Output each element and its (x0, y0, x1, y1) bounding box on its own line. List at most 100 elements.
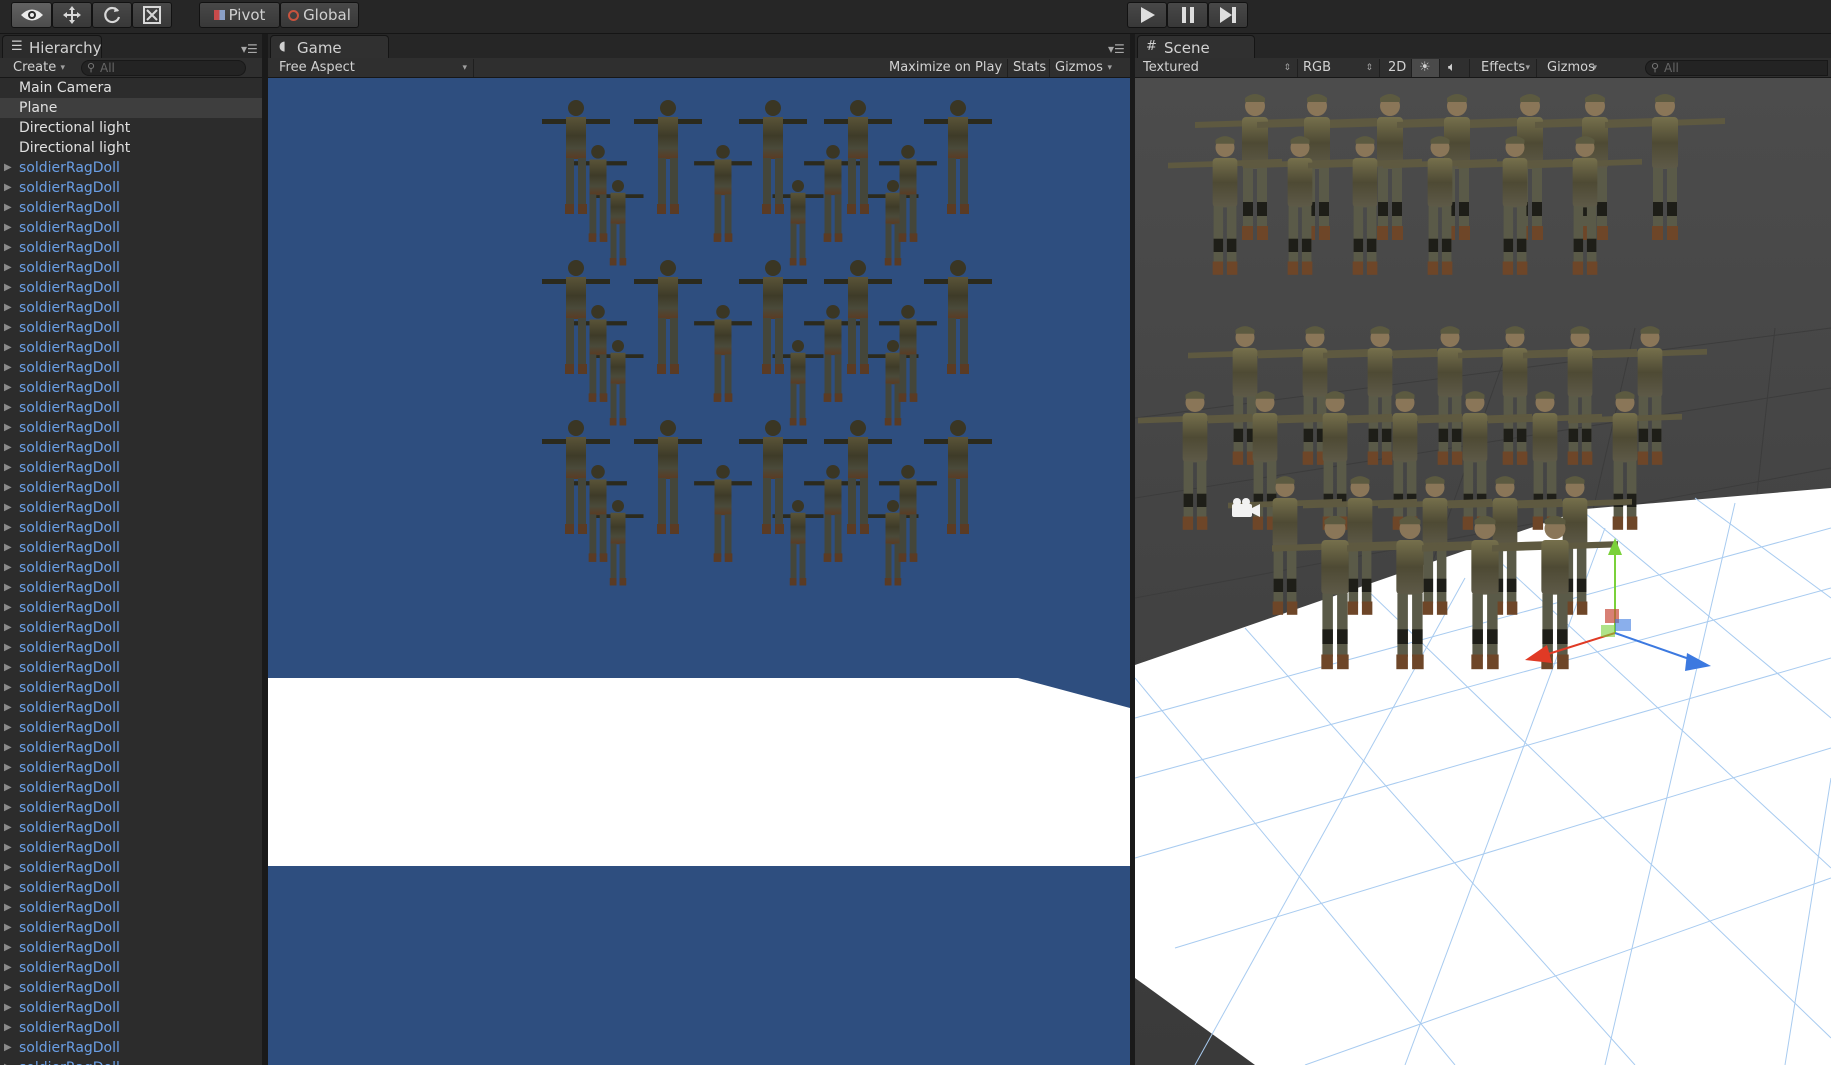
hierarchy-item[interactable]: ▶ soldierRagDoll (0, 378, 262, 398)
expand-arrow-icon[interactable]: ▶ (4, 338, 12, 358)
expand-arrow-icon[interactable]: ▶ (4, 818, 12, 838)
hierarchy-list[interactable]: Main Camera Plane Directional light Directi… (0, 78, 262, 1065)
expand-arrow-icon[interactable]: ▶ (4, 638, 12, 658)
hierarchy-item[interactable]: ▶ soldierRagDoll (0, 638, 262, 658)
hierarchy-item[interactable]: ▶ soldierRagDoll (0, 278, 262, 298)
create-dropdown[interactable]: Create ▾ (8, 59, 71, 77)
hierarchy-item[interactable]: ▶ soldierRagDoll (0, 938, 262, 958)
hierarchy-item[interactable]: Main Camera (0, 78, 262, 98)
pivot-toggle-button[interactable]: Pivot (199, 2, 280, 28)
hierarchy-item[interactable]: ▶ soldierRagDoll (0, 538, 262, 558)
scene-search-input[interactable]: ⚲ All (1645, 60, 1828, 76)
hierarchy-item[interactable]: ▶ soldierRagDoll (0, 338, 262, 358)
expand-arrow-icon[interactable]: ▶ (4, 1018, 12, 1038)
step-button[interactable] (1208, 2, 1248, 28)
hierarchy-item[interactable]: ▶ soldierRagDoll (0, 218, 262, 238)
hierarchy-item[interactable]: ▶ soldierRagDoll (0, 178, 262, 198)
hierarchy-panel-menu-icon[interactable]: ▾☰ (241, 42, 258, 56)
expand-arrow-icon[interactable]: ▶ (4, 958, 12, 978)
hierarchy-item[interactable]: ▶ soldierRagDoll (0, 158, 262, 178)
hierarchy-item[interactable]: ▶ soldierRagDoll (0, 798, 262, 818)
effects-dropdown[interactable]: Effects ▾ (1470, 59, 1537, 77)
hierarchy-item[interactable]: ▶ soldierRagDoll (0, 258, 262, 278)
hierarchy-item[interactable]: ▶ soldierRagDoll (0, 998, 262, 1018)
expand-arrow-icon[interactable]: ▶ (4, 1038, 12, 1058)
expand-arrow-icon[interactable]: ▶ (4, 158, 12, 178)
hierarchy-item[interactable]: ▶ soldierRagDoll (0, 1018, 262, 1038)
expand-arrow-icon[interactable]: ▶ (4, 438, 12, 458)
scene-gizmos-dropdown[interactable]: Gizmos ▾ (1537, 59, 1603, 77)
expand-arrow-icon[interactable]: ▶ (4, 318, 12, 338)
hierarchy-item[interactable]: ▶ soldierRagDoll (0, 758, 262, 778)
hierarchy-item[interactable]: Directional light (0, 118, 262, 138)
hierarchy-item[interactable]: ▶ soldierRagDoll (0, 458, 262, 478)
hierarchy-item[interactable]: ▶ soldierRagDoll (0, 1038, 262, 1058)
play-button[interactable] (1127, 2, 1167, 28)
render-mode-dropdown[interactable]: RGB ⇕ (1298, 59, 1380, 77)
expand-arrow-icon[interactable]: ▶ (4, 618, 12, 638)
expand-arrow-icon[interactable]: ▶ (4, 778, 12, 798)
stats-toggle[interactable]: Stats (1008, 59, 1050, 77)
expand-arrow-icon[interactable]: ▶ (4, 238, 12, 258)
hierarchy-item[interactable]: ▶ soldierRagDoll (0, 778, 262, 798)
expand-arrow-icon[interactable]: ▶ (4, 258, 12, 278)
expand-arrow-icon[interactable]: ▶ (4, 838, 12, 858)
hierarchy-item[interactable]: ▶ soldierRagDoll (0, 478, 262, 498)
lighting-toggle[interactable]: ☀ (1412, 59, 1440, 77)
hierarchy-item[interactable]: ▶ soldierRagDoll (0, 298, 262, 318)
audio-toggle[interactable]: 🔈︎ (1440, 59, 1470, 77)
hierarchy-item[interactable]: ▶ soldierRagDoll (0, 558, 262, 578)
expand-arrow-icon[interactable]: ▶ (4, 278, 12, 298)
2d-toggle[interactable]: 2D (1380, 59, 1412, 77)
hierarchy-item[interactable]: ▶ soldierRagDoll (0, 918, 262, 938)
pause-button[interactable] (1167, 2, 1208, 28)
game-panel-menu-icon[interactable]: ▾☰ (1108, 42, 1125, 56)
hierarchy-search-input[interactable]: ⚲ All (81, 60, 246, 76)
expand-arrow-icon[interactable]: ▶ (4, 178, 12, 198)
global-toggle-button[interactable]: Global (280, 2, 359, 28)
expand-arrow-icon[interactable]: ▶ (4, 878, 12, 898)
hierarchy-item[interactable]: Plane (0, 98, 262, 118)
scale-tool-button[interactable] (132, 2, 172, 28)
expand-arrow-icon[interactable]: ▶ (4, 478, 12, 498)
expand-arrow-icon[interactable]: ▶ (4, 598, 12, 618)
expand-arrow-icon[interactable]: ▶ (4, 1058, 12, 1065)
game-view[interactable] (268, 78, 1130, 1065)
hierarchy-item[interactable]: ▶ soldierRagDoll (0, 418, 262, 438)
hierarchy-item[interactable]: ▶ soldierRagDoll (0, 618, 262, 638)
hierarchy-item[interactable]: ▶ soldierRagDoll (0, 878, 262, 898)
expand-arrow-icon[interactable]: ▶ (4, 378, 12, 398)
move-tool-button[interactable] (52, 2, 92, 28)
expand-arrow-icon[interactable]: ▶ (4, 558, 12, 578)
expand-arrow-icon[interactable]: ▶ (4, 578, 12, 598)
hierarchy-item[interactable]: ▶ soldierRagDoll (0, 958, 262, 978)
tab-scene[interactable]: # Scene (1137, 35, 1255, 58)
expand-arrow-icon[interactable]: ▶ (4, 758, 12, 778)
expand-arrow-icon[interactable]: ▶ (4, 518, 12, 538)
hierarchy-item[interactable]: ▶ soldierRagDoll (0, 678, 262, 698)
hierarchy-item[interactable]: ▶ soldierRagDoll (0, 898, 262, 918)
hierarchy-item[interactable]: ▶ soldierRagDoll (0, 518, 262, 538)
hierarchy-item[interactable]: ▶ soldierRagDoll (0, 858, 262, 878)
expand-arrow-icon[interactable]: ▶ (4, 458, 12, 478)
hierarchy-item[interactable]: ▶ soldierRagDoll (0, 358, 262, 378)
game-gizmos-dropdown[interactable]: Gizmos ▾ (1050, 59, 1118, 77)
hierarchy-item[interactable]: ▶ soldierRagDoll (0, 698, 262, 718)
expand-arrow-icon[interactable]: ▶ (4, 698, 12, 718)
scene-view[interactable] (1135, 78, 1831, 1065)
hierarchy-item[interactable]: ▶ soldierRagDoll (0, 398, 262, 418)
hierarchy-item[interactable]: ▶ soldierRagDoll (0, 838, 262, 858)
hierarchy-item[interactable]: ▶ soldierRagDoll (0, 598, 262, 618)
hierarchy-item[interactable]: ▶ soldierRagDoll (0, 498, 262, 518)
hierarchy-item[interactable]: ▶ soldierRagDoll (0, 978, 262, 998)
hierarchy-item[interactable]: ▶ soldierRagDoll (0, 198, 262, 218)
expand-arrow-icon[interactable]: ▶ (4, 798, 12, 818)
expand-arrow-icon[interactable]: ▶ (4, 998, 12, 1018)
hierarchy-item[interactable]: ▶ soldierRagDoll (0, 818, 262, 838)
rotate-tool-button[interactable] (92, 2, 132, 28)
hierarchy-item[interactable]: ▶ soldierRagDoll (0, 578, 262, 598)
tab-hierarchy[interactable]: ☰ Hierarchy (2, 35, 102, 58)
expand-arrow-icon[interactable]: ▶ (4, 898, 12, 918)
hierarchy-item[interactable]: ▶ soldierRagDoll (0, 238, 262, 258)
tab-game[interactable]: ◖ Game (270, 35, 389, 58)
